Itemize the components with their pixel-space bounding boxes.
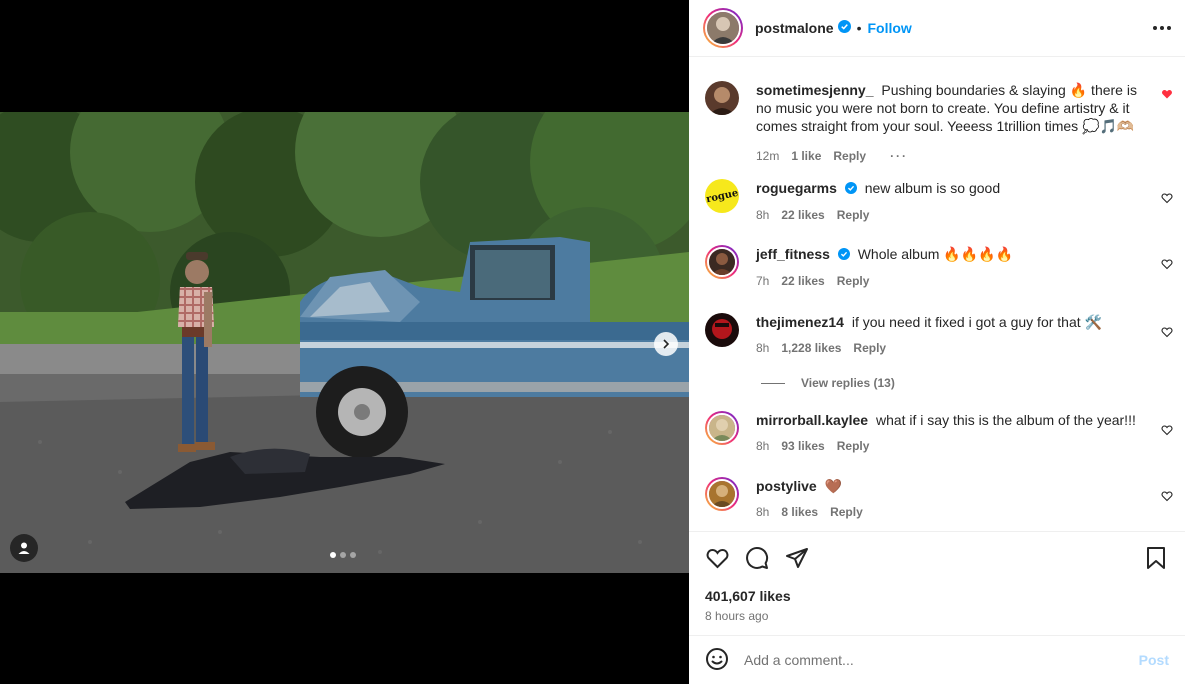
- comment-likes[interactable]: 22 likes: [781, 272, 824, 290]
- comment-time[interactable]: 7h: [756, 272, 769, 290]
- comment-reply-button[interactable]: Reply: [837, 272, 870, 290]
- comment-like-heart-icon[interactable]: [1161, 325, 1173, 341]
- carousel-indicator: [330, 552, 356, 558]
- tagged-users-button[interactable]: [10, 534, 38, 562]
- comment-reply-button[interactable]: Reply: [833, 147, 866, 165]
- more-options-icon[interactable]: [1153, 26, 1171, 30]
- comment-text: what if i say this is the album of the y…: [875, 412, 1136, 428]
- comments-list[interactable]: sometimesjenny_ Pushing boundaries & sla…: [689, 57, 1185, 531]
- comment-username[interactable]: roguegarms: [756, 180, 837, 196]
- comment-like-heart-icon[interactable]: [1161, 423, 1173, 439]
- share-paper-plane-icon[interactable]: [785, 546, 809, 573]
- post-photo[interactable]: [0, 112, 689, 573]
- instagram-post-view: postmalone • Follow sometimesjenny_ Push…: [0, 0, 1185, 684]
- comment-bubble-icon[interactable]: [745, 546, 769, 573]
- post-side-panel: postmalone • Follow sometimesjenny_ Push…: [689, 0, 1185, 684]
- author-avatar[interactable]: [703, 8, 743, 48]
- post-actions: 401,607 likes 8 hours ago: [689, 531, 1185, 635]
- carousel-dot-active: [330, 552, 336, 558]
- comment-username[interactable]: sometimesjenny_: [756, 82, 874, 98]
- comment-item: mirrorball.kaylee what if i say this is …: [705, 411, 1175, 455]
- comment-time[interactable]: 8h: [756, 503, 769, 521]
- comment-more-icon[interactable]: ···: [890, 147, 908, 165]
- comment-time[interactable]: 8h: [756, 339, 769, 357]
- post-header: postmalone • Follow: [689, 0, 1185, 57]
- add-comment-bar: Post: [689, 635, 1185, 684]
- comment-likes[interactable]: 1 like: [791, 147, 821, 165]
- comment-text: Whole album 🔥🔥🔥🔥: [857, 246, 1014, 262]
- commenter-avatar[interactable]: rogue: [705, 179, 739, 213]
- verified-badge-icon: [844, 180, 857, 198]
- author-username[interactable]: postmalone: [755, 20, 834, 36]
- comment-like-heart-icon[interactable]: [1161, 87, 1173, 103]
- comment-item: rogue roguegarms new album is so good 8h…: [705, 179, 1175, 224]
- comment-likes[interactable]: 1,228 likes: [781, 339, 841, 357]
- comment-reply-button[interactable]: Reply: [830, 503, 863, 521]
- commenter-avatar[interactable]: [705, 313, 739, 347]
- truck-photo-illustration: [0, 112, 689, 573]
- comment-username[interactable]: jeff_fitness: [756, 246, 830, 262]
- commenter-avatar[interactable]: [705, 245, 739, 279]
- rogue-avatar-logo: rogue: [705, 187, 739, 205]
- comment-item: postylive 🤎 8h 8 likes Reply: [705, 477, 1175, 521]
- carousel-dot: [340, 552, 346, 558]
- media-pane: [0, 0, 689, 684]
- view-replies-label: View replies (13): [801, 376, 895, 390]
- comment-item: thejimenez14 if you need it fixed i got …: [705, 313, 1175, 357]
- comment-likes[interactable]: 8 likes: [781, 503, 818, 521]
- comment-time[interactable]: 8h: [756, 206, 769, 224]
- save-bookmark-icon[interactable]: [1145, 546, 1167, 573]
- likes-count[interactable]: 401,607 likes: [705, 588, 791, 604]
- carousel-next-button[interactable]: [654, 332, 678, 356]
- comment-username[interactable]: mirrorball.kaylee: [756, 412, 868, 428]
- comment-reply-button[interactable]: Reply: [837, 206, 870, 224]
- chevron-right-icon: [663, 339, 670, 349]
- post-comment-button[interactable]: Post: [1139, 652, 1169, 668]
- author-avatar-image: [707, 12, 739, 44]
- comment-text: if you need it fixed i got a guy for tha…: [851, 314, 1102, 330]
- comment-likes[interactable]: 22 likes: [781, 206, 824, 224]
- emoji-picker-icon[interactable]: [705, 647, 729, 674]
- comment-item: sometimesjenny_ Pushing boundaries & sla…: [705, 81, 1175, 165]
- verified-badge-icon: [837, 246, 850, 264]
- comment-likes[interactable]: 93 likes: [781, 437, 824, 455]
- commenter-avatar[interactable]: [705, 81, 739, 115]
- header-separator: •: [856, 20, 862, 36]
- view-replies-divider: [761, 382, 785, 384]
- comment-reply-button[interactable]: Reply: [837, 437, 870, 455]
- commenter-avatar[interactable]: [705, 477, 739, 511]
- view-replies-button[interactable]: View replies (13): [761, 376, 895, 390]
- comment-username[interactable]: postylive: [756, 478, 817, 494]
- comment-like-heart-icon[interactable]: [1161, 489, 1173, 505]
- follow-button[interactable]: Follow: [867, 20, 911, 36]
- like-heart-icon[interactable]: [705, 546, 730, 573]
- comment-like-heart-icon[interactable]: [1161, 257, 1173, 273]
- verified-badge-icon: [837, 20, 851, 36]
- carousel-dot: [350, 552, 356, 558]
- comment-reply-button[interactable]: Reply: [853, 339, 886, 357]
- user-tag-icon: [18, 542, 30, 554]
- comment-item: jeff_fitness Whole album 🔥🔥🔥🔥 7h 22 like…: [705, 245, 1175, 290]
- commenter-avatar[interactable]: [705, 411, 739, 445]
- comment-input[interactable]: [744, 652, 1124, 668]
- comment-time[interactable]: 12m: [756, 147, 779, 165]
- comment-username[interactable]: thejimenez14: [756, 314, 844, 330]
- comment-text: new album is so good: [864, 180, 1001, 196]
- post-timestamp[interactable]: 8 hours ago: [705, 609, 768, 623]
- comment-time[interactable]: 8h: [756, 437, 769, 455]
- comment-text: 🤎: [824, 478, 843, 494]
- comment-like-heart-icon[interactable]: [1161, 191, 1173, 207]
